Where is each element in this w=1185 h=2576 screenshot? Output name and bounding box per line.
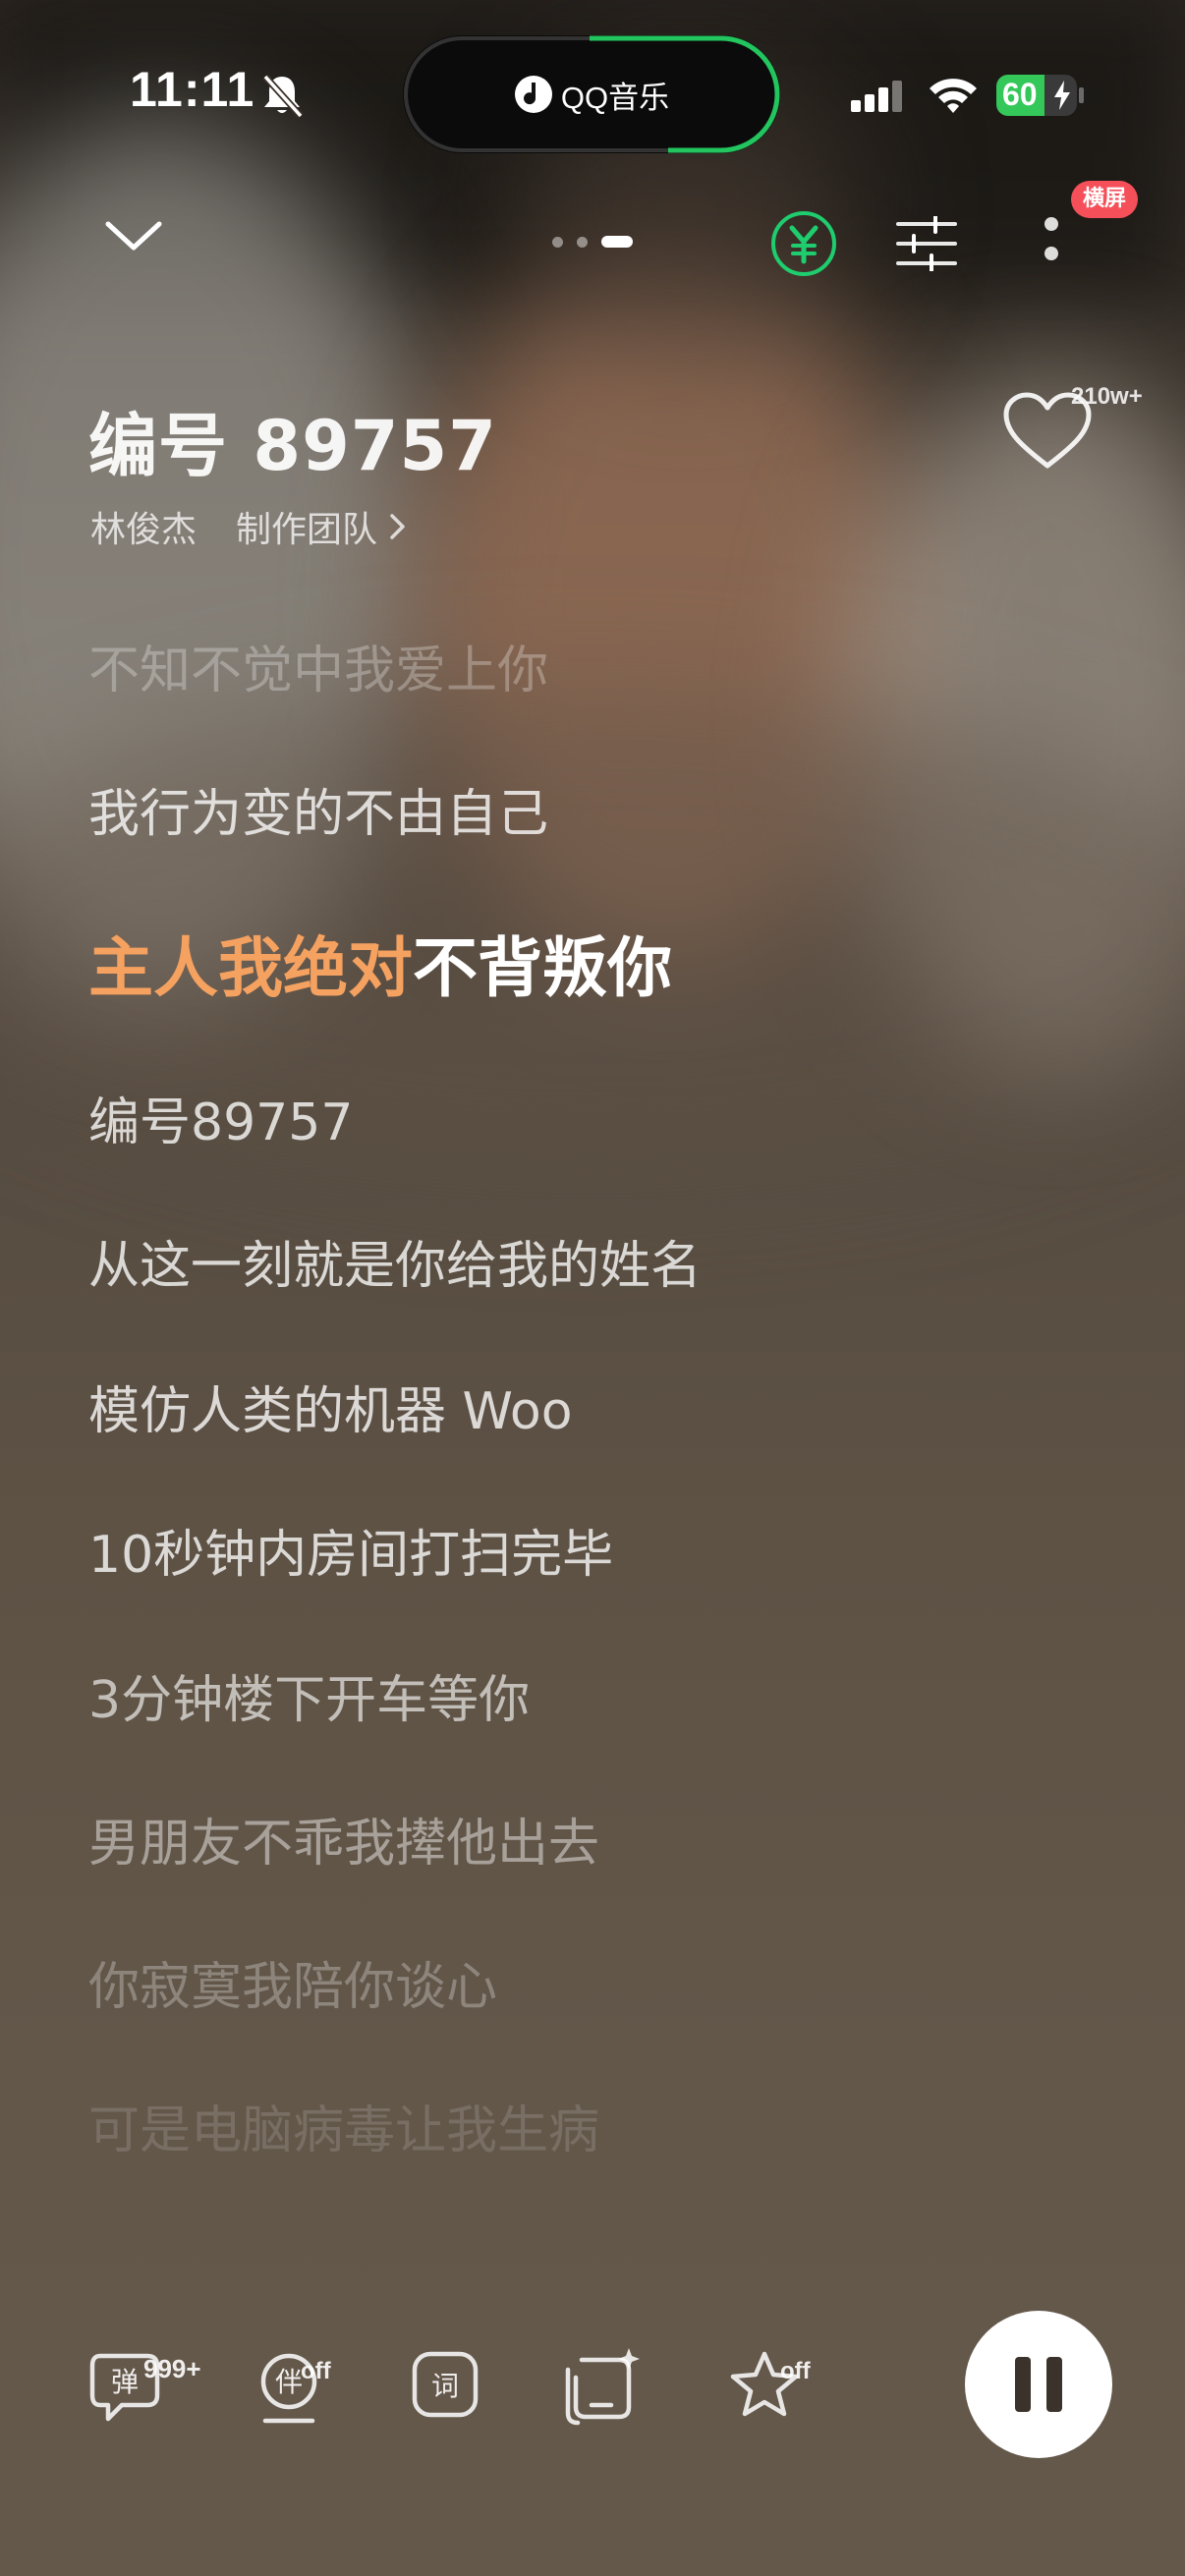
song-title: 编号 89757 — [88, 406, 497, 486]
equalizer-settings-icon[interactable] — [896, 216, 957, 271]
lyric-line[interactable]: 编号89757 — [88, 1081, 353, 1154]
battery-cap — [1079, 87, 1084, 103]
battery-indicator: 60 — [996, 75, 1077, 116]
lyric-line[interactable]: 你寂寞我陪你谈心 — [88, 1945, 497, 2019]
charging-bolt-icon — [1054, 81, 1070, 110]
lyric-line[interactable]: 可是电脑病毒让我生病 — [88, 2089, 599, 2162]
like-count: 210w+ — [1071, 383, 1143, 410]
cellular-signal-icon — [851, 81, 902, 112]
accompaniment-glyph: 伴 — [275, 2366, 303, 2398]
lyric-line[interactable]: 不知不觉中我爱上你 — [88, 629, 548, 702]
collapse-chevron-down-icon[interactable] — [104, 218, 163, 253]
danmu-glyph: 弹 — [111, 2366, 139, 2398]
lyric-line[interactable]: 10秒钟内房间打扫完毕 — [88, 1513, 613, 1587]
dynamic-island-music[interactable]: QQ音乐 — [403, 35, 780, 153]
page-dot — [577, 236, 588, 248]
production-team-link[interactable]: 制作团队 — [236, 501, 377, 552]
battery-percent: 60 — [1002, 77, 1038, 112]
lyric-line[interactable]: 从这一刻就是你给我的姓名 — [88, 1224, 702, 1298]
pause-button[interactable] — [965, 2311, 1112, 2458]
island-app-name: QQ音乐 — [560, 80, 670, 115]
more-options-icon[interactable] — [1038, 214, 1065, 273]
artist-name-link[interactable]: 林俊杰 — [90, 501, 197, 552]
danmu-count-badge: 999+ — [143, 2354, 201, 2383]
page-dot — [552, 236, 563, 248]
wifi-icon — [930, 79, 977, 113]
vip-yuan-icon[interactable] — [770, 210, 837, 277]
lyric-line[interactable]: 我行为变的不由自己 — [88, 772, 548, 846]
lyric-line[interactable]: 男朋友不乖我撵他出去 — [88, 1802, 599, 1876]
lyrics-toggle-icon[interactable]: 词 — [409, 2348, 487, 2427]
lyrics-glyph: 词 — [431, 2370, 459, 2402]
cover-effects-icon[interactable] — [560, 2348, 643, 2427]
page-indicator[interactable] — [552, 236, 633, 248]
player-screen: 11:11 QQ音乐 60 横屏 编号 89757 林俊杰 制作团队 210w+… — [0, 0, 1185, 2576]
lyric-line[interactable]: 模仿人类的机器 Woo — [88, 1370, 573, 1443]
pause-icon — [1015, 2357, 1031, 2412]
accompaniment-state: off — [301, 2358, 331, 2384]
bell-off-icon — [262, 74, 304, 119]
lyric-unsung-part: 不背叛你 — [413, 930, 672, 1006]
lyric-line-current[interactable]: 主人我绝对不背叛你 — [88, 916, 672, 1010]
qq-music-logo-icon — [514, 76, 552, 113]
status-time: 11:11 — [130, 62, 255, 117]
page-dot-active — [601, 236, 633, 248]
lyric-line[interactable]: 3分钟楼下开车等你 — [88, 1658, 530, 1732]
landscape-mode-badge[interactable]: 横屏 — [1071, 181, 1139, 218]
favorite-state: off — [780, 2358, 811, 2384]
artist-line: 林俊杰 制作团队 — [90, 501, 409, 552]
pause-icon — [1046, 2357, 1062, 2412]
chevron-right-icon — [390, 514, 405, 539]
lyric-sung-part: 主人我绝对 — [88, 930, 413, 1006]
